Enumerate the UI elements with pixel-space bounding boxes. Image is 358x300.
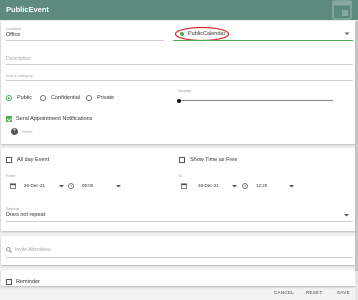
reminder-checkbox[interactable] — [6, 279, 12, 285]
from-date[interactable]: 26-Dec-21 — [24, 183, 45, 188]
category-input[interactable]: Add a category — [6, 73, 33, 78]
search-icon — [6, 247, 12, 253]
all-day-label: All day Event — [17, 157, 50, 163]
radio-public[interactable] — [6, 95, 12, 101]
reset-link[interactable]: Reset — [22, 129, 32, 134]
from-label: From — [6, 173, 16, 178]
show-free-checkbox[interactable] — [179, 157, 185, 163]
dropdown-arrow-icon — [59, 185, 64, 188]
from-time[interactable]: 09:00 — [82, 183, 93, 188]
display-slider-thumb[interactable] — [177, 98, 181, 103]
dropdown-arrow-icon — [344, 32, 350, 35]
attendees-underline — [6, 257, 353, 258]
radio-private-label: Private — [97, 95, 115, 101]
radio-confidential-label: Confidential — [51, 95, 81, 101]
location-label: Location — [6, 26, 22, 31]
calendar-select[interactable]: PublicCalendar — [173, 26, 353, 42]
category-underline — [6, 80, 353, 81]
dropdown-arrow-icon — [232, 185, 237, 188]
save-button[interactable]: SAVE — [337, 290, 350, 295]
reminder-card: Reminder — [1, 270, 357, 286]
schedule-card: All day Event Show Time as Free From 26-… — [1, 148, 357, 231]
event-header-icon — [332, 0, 352, 20]
attendees-card: Invite Attendees — [1, 236, 357, 265]
plus-icon[interactable]: + — [11, 128, 18, 135]
calendar-icon — [10, 183, 16, 189]
notifications-checkbox[interactable] — [6, 116, 12, 122]
calendar-underline — [173, 40, 353, 41]
show-free-label: Show Time as Free — [190, 157, 238, 163]
dropdown-arrow-icon — [289, 185, 294, 188]
app-header: PublicEvent — [0, 0, 358, 20]
notifications-label: Send Appointment Notifications — [16, 116, 93, 122]
radio-public-label: Public — [17, 95, 32, 101]
clock-icon — [68, 183, 74, 189]
attendees-input[interactable]: Invite Attendees — [15, 247, 51, 253]
cancel-button[interactable]: CANCEL — [274, 290, 294, 295]
all-day-checkbox[interactable] — [6, 157, 12, 163]
reminder-label: Reminder — [16, 279, 40, 285]
location-underline — [6, 40, 164, 41]
radio-confidential[interactable] — [40, 95, 46, 101]
dropdown-arrow-icon — [116, 185, 121, 188]
clock-icon — [242, 183, 248, 189]
dropdown-arrow-icon — [344, 214, 349, 217]
event-details-card: Location Office PublicCalendar Descripti… — [1, 21, 357, 144]
repeat-underline — [6, 221, 353, 222]
reset-button[interactable]: RESET — [306, 290, 323, 295]
to-time[interactable]: 12:20 — [256, 183, 267, 188]
repeat-select[interactable]: Does not repeat — [6, 212, 45, 218]
location-input[interactable]: Office — [6, 32, 20, 38]
calendar-icon — [181, 183, 187, 189]
radio-private[interactable] — [86, 95, 92, 101]
description-input[interactable]: Description — [6, 56, 31, 62]
to-date[interactable]: 26-Dec-21 — [198, 183, 219, 188]
description-underline — [6, 64, 353, 65]
to-label: To — [178, 173, 183, 178]
display-slider-track[interactable] — [179, 100, 333, 101]
display-label: Display — [178, 88, 192, 93]
repeat-label: Repeat — [6, 206, 19, 211]
page-title: PublicEvent — [6, 5, 49, 14]
